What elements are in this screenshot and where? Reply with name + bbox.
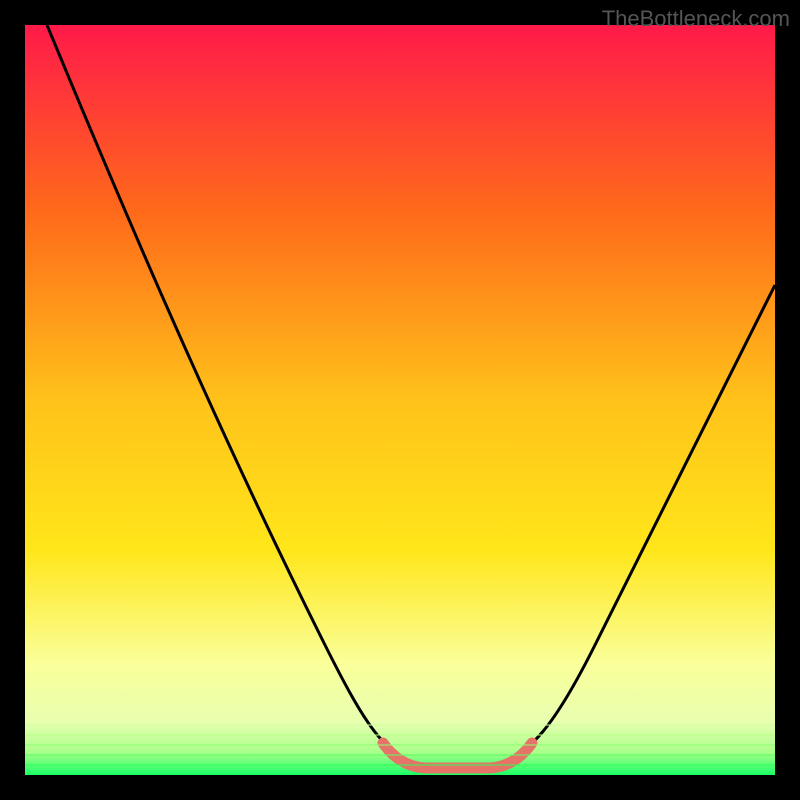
bottleneck-curve (25, 25, 775, 775)
watermark-text: TheBottleneck.com (602, 6, 790, 32)
curve-line (47, 25, 775, 765)
plot-frame (25, 25, 775, 775)
plot-area (25, 25, 775, 775)
